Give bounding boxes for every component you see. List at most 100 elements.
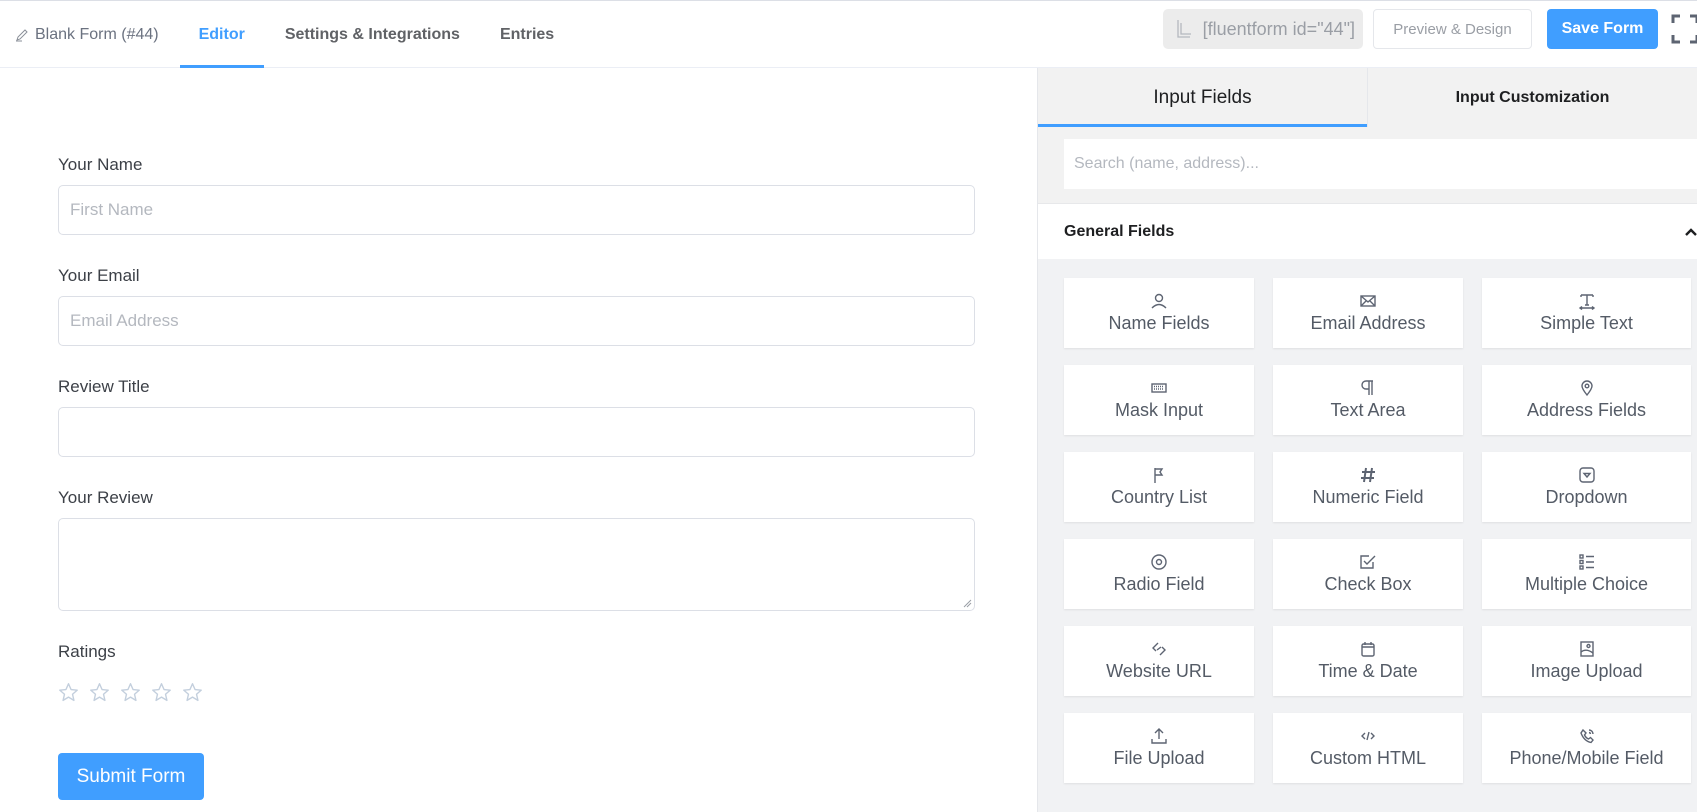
card-label: Dropdown — [1545, 487, 1628, 507]
first-name-input[interactable]: First Name — [58, 185, 975, 235]
card-label: Multiple Choice — [1524, 574, 1649, 594]
pencil-icon — [16, 28, 28, 41]
field-label: Ratings — [58, 642, 116, 661]
field-your-email[interactable]: Your Email Email Address — [58, 266, 975, 346]
review-textarea[interactable] — [58, 518, 975, 611]
main-nav: Blank Form (#44) Editor Settings & Integ… — [0, 1, 574, 68]
star-icon[interactable] — [58, 682, 79, 703]
tab-input-fields[interactable]: Input Fields — [1038, 68, 1368, 127]
form-title-text: Blank Form (#44) — [35, 25, 159, 43]
tab-settings-integrations[interactable]: Settings & Integrations — [266, 1, 479, 68]
tab-editor[interactable]: Editor — [179, 1, 265, 68]
sidebar-tabs: Input Fields Input Customization — [1038, 68, 1697, 127]
card-label: Address Fields — [1526, 400, 1647, 420]
field-card-website-url[interactable]: Website URL — [1064, 626, 1254, 696]
field-label: Review Title — [58, 377, 150, 396]
card-label: Text Area — [1330, 400, 1406, 420]
field-card-name-fields[interactable]: Name Fields — [1064, 278, 1254, 348]
star-icon[interactable] — [120, 682, 141, 703]
search-wrap: Search (name, address)... — [1038, 127, 1697, 203]
card-label: File Upload — [1113, 748, 1205, 768]
card-label: Image Upload — [1530, 661, 1643, 681]
field-your-name[interactable]: Your Name First Name — [58, 155, 975, 235]
field-card-radio-field[interactable]: Radio Field — [1064, 539, 1254, 609]
card-label: Custom HTML — [1309, 748, 1426, 768]
card-label: Simple Text — [1540, 313, 1633, 333]
field-card-multiple-choice[interactable]: Multiple Choice — [1482, 539, 1691, 609]
link-icon — [1152, 642, 1166, 656]
tab-input-customization[interactable]: Input Customization — [1368, 68, 1697, 127]
card-label: Radio Field — [1113, 574, 1205, 594]
user-icon — [1151, 293, 1167, 309]
field-grid: Name Fields Email Address Simple Text Ma… — [1038, 259, 1697, 783]
field-card-address-fields[interactable]: Address Fields — [1482, 365, 1691, 435]
field-label: Your Name — [58, 155, 143, 174]
list-icon — [1578, 554, 1594, 570]
upload-icon — [1151, 728, 1167, 744]
field-card-numeric-field[interactable]: Numeric Field — [1273, 452, 1463, 522]
general-fields-header[interactable]: General Fields — [1038, 203, 1697, 259]
star-icon[interactable] — [151, 682, 172, 703]
paragraph-icon — [1361, 380, 1373, 395]
card-label: Numeric Field — [1312, 487, 1424, 507]
dropdown-icon — [1578, 467, 1595, 483]
group-title: General Fields — [1064, 222, 1175, 240]
field-label: Your Email — [58, 266, 140, 285]
field-card-image-upload[interactable]: Image Upload — [1482, 626, 1691, 696]
star-icon[interactable] — [182, 682, 203, 703]
checkbox-icon — [1360, 555, 1376, 569]
text-icon — [1578, 294, 1595, 310]
top-bar: Blank Form (#44) Editor Settings & Integ… — [0, 0, 1697, 68]
card-label: Time & Date — [1318, 661, 1418, 681]
card-label: Website URL — [1106, 661, 1212, 681]
card-label: Phone/Mobile Field — [1509, 748, 1664, 768]
fullscreen-icon[interactable] — [1671, 14, 1697, 44]
chevron-up-icon[interactable] — [1683, 224, 1697, 240]
card-label: Country List — [1110, 487, 1208, 507]
submit-form-button[interactable]: Submit Form — [58, 753, 204, 800]
flag-icon — [1154, 468, 1164, 483]
code-icon — [1361, 731, 1375, 741]
field-card-time-date[interactable]: Time & Date — [1273, 626, 1463, 696]
hash-icon — [1361, 467, 1375, 483]
card-label: Check Box — [1324, 574, 1412, 594]
envelope-icon — [1360, 295, 1376, 307]
email-input[interactable]: Email Address — [58, 296, 975, 346]
field-card-dropdown[interactable]: Dropdown — [1482, 452, 1691, 522]
field-card-check-box[interactable]: Check Box — [1273, 539, 1463, 609]
preview-design-button[interactable]: Preview & Design — [1373, 9, 1532, 49]
card-label: Email Address — [1310, 313, 1426, 333]
card-label: Name Fields — [1108, 313, 1210, 333]
field-label: Your Review — [58, 488, 153, 507]
field-your-review[interactable]: Your Review — [58, 488, 975, 611]
resize-handle-icon[interactable] — [963, 599, 972, 608]
field-ratings[interactable]: Ratings — [58, 642, 975, 703]
copy-icon — [1176, 20, 1191, 38]
form-editor-canvas: Your Name First Name Your Email Email Ad… — [0, 68, 1037, 812]
field-card-country-list[interactable]: Country List — [1064, 452, 1254, 522]
field-card-simple-text[interactable]: Simple Text — [1482, 278, 1691, 348]
form-title[interactable]: Blank Form (#44) — [0, 26, 159, 44]
star-icon[interactable] — [89, 682, 110, 703]
field-card-file-upload[interactable]: File Upload — [1064, 713, 1254, 783]
calendar-icon — [1361, 642, 1375, 657]
review-title-input[interactable] — [58, 407, 975, 457]
field-review-title[interactable]: Review Title — [58, 377, 975, 457]
field-card-phone-mobile-field[interactable]: Phone/Mobile Field — [1482, 713, 1691, 783]
header-actions: [fluentform id="44"] Preview & Design Sa… — [1162, 9, 1697, 49]
tab-entries[interactable]: Entries — [481, 1, 573, 68]
star-rating[interactable] — [58, 682, 975, 703]
shortcode-copy[interactable]: [fluentform id="44"] — [1162, 9, 1363, 49]
location-pin-icon — [1580, 380, 1593, 397]
field-card-custom-html[interactable]: Custom HTML — [1273, 713, 1463, 783]
card-label: Mask Input — [1114, 400, 1204, 420]
field-card-email-address[interactable]: Email Address — [1273, 278, 1463, 348]
save-form-button[interactable]: Save Form — [1547, 9, 1658, 49]
field-card-text-area[interactable]: Text Area — [1273, 365, 1463, 435]
radio-icon — [1151, 554, 1167, 570]
keyboard-icon — [1151, 383, 1167, 393]
field-search-input[interactable]: Search (name, address)... — [1064, 139, 1697, 189]
field-card-mask-input[interactable]: Mask Input — [1064, 365, 1254, 435]
phone-icon — [1579, 728, 1594, 744]
fields-sidebar: Input Fields Input Customization Search … — [1037, 68, 1697, 812]
